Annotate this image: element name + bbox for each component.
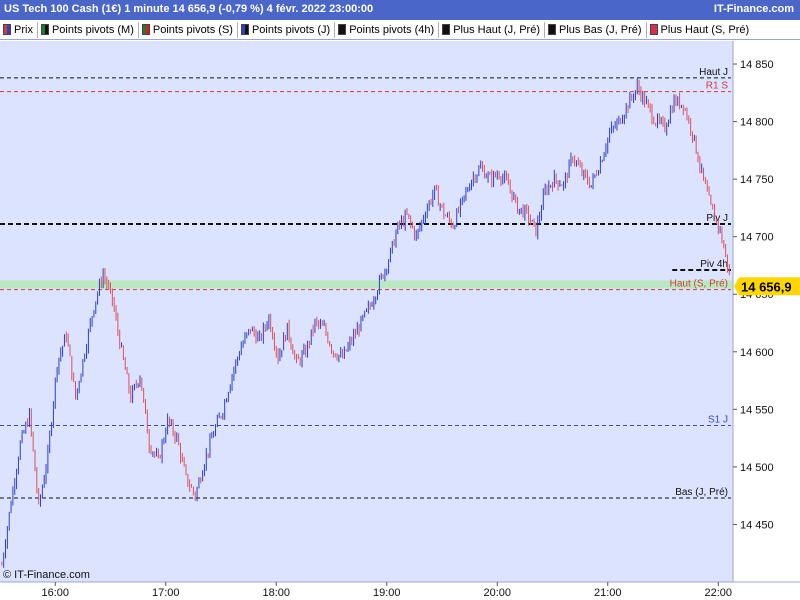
copyright-notice: © IT-Finance.com [3,569,90,581]
legend-swatch [649,24,658,35]
legend-item-pivots-4h[interactable]: Points pivots (4h) [335,21,440,38]
legend-label: Plus Haut (J, Pré) [453,23,541,36]
chart-header: US Tech 100 Cash (1€) 1 minute 14 656,9 … [0,0,800,20]
legend-item-prix[interactable]: Prix [0,21,38,38]
x-tick-label: 20:00 [483,587,511,599]
y-tick-label: 14 800 [740,117,774,129]
legend-label: Points pivots (M) [51,23,134,36]
legend-swatch [442,24,451,35]
legend-item-plus-haut-s[interactable]: Plus Haut (S, Pré) [647,22,754,38]
legend-item-plus-haut-j[interactable]: Plus Haut (J, Pré) [439,21,546,38]
legend-item-plus-bas-j[interactable]: Plus Bas (J, Pré) [545,21,647,38]
x-tick-label: 21:00 [594,587,622,599]
x-tick-label: 22:00 [705,587,733,599]
price-chart[interactable]: Haut J R1 S Piv J Piv 4h Haut (S, Pré) S1 J Ba… [0,0,800,600]
legend-label: Plus Bas (J, Pré) [559,23,642,36]
x-tick-label: 16:00 [41,587,69,599]
y-tick-label: 14 450 [740,519,774,531]
legend-swatch [3,24,11,35]
x-tick-label: 19:00 [373,587,401,599]
zone-band [0,280,733,289]
y-tick-label: 14 700 [740,232,774,244]
level-label: Bas (J, Pré) [675,487,728,498]
level-label: Haut (S, Pré) [670,279,728,290]
y-tick-label: 14 600 [740,347,774,359]
legend-item-pivots-j[interactable]: Points pivots (J) [238,21,336,38]
x-tick-label: 18:00 [262,587,290,599]
y-tick-label: 14 550 [740,404,774,416]
legend-label: Points pivots (S) [152,23,233,36]
legend-label: Prix [14,23,33,36]
legend-bar: Prix Points pivots (M) Points pivots (S)… [0,20,800,40]
legend-swatch [240,24,249,35]
last-price-label: 14 656,9 [741,279,792,294]
y-tick-label: 14 850 [740,59,774,71]
legend-label: Points pivots (4h) [349,23,435,36]
legend-label: Plus Haut (S, Pré) [660,23,750,36]
level-label: Haut J [699,67,728,78]
legend-swatch [338,24,347,35]
legend-swatch [40,24,49,35]
y-tick-label: 14 750 [740,174,774,186]
chart-title: US Tech 100 Cash (1€) 1 minute 14 656,9 … [4,3,374,15]
level-label: Piv J [706,213,728,224]
legend-swatch [141,24,150,35]
site-name[interactable]: IT-Finance.com [714,3,794,15]
legend-item-pivots-m[interactable]: Points pivots (M) [38,21,139,38]
x-tick-label: 17:00 [152,587,180,599]
y-tick-label: 14 500 [740,462,774,474]
level-label: R1 S [706,81,729,92]
legend-label: Points pivots (J) [251,23,331,36]
level-label: S1 J [708,414,728,425]
level-label: Piv 4h [700,259,728,270]
legend-swatch [548,24,557,35]
legend-item-pivots-s[interactable]: Points pivots (S) [139,21,238,38]
